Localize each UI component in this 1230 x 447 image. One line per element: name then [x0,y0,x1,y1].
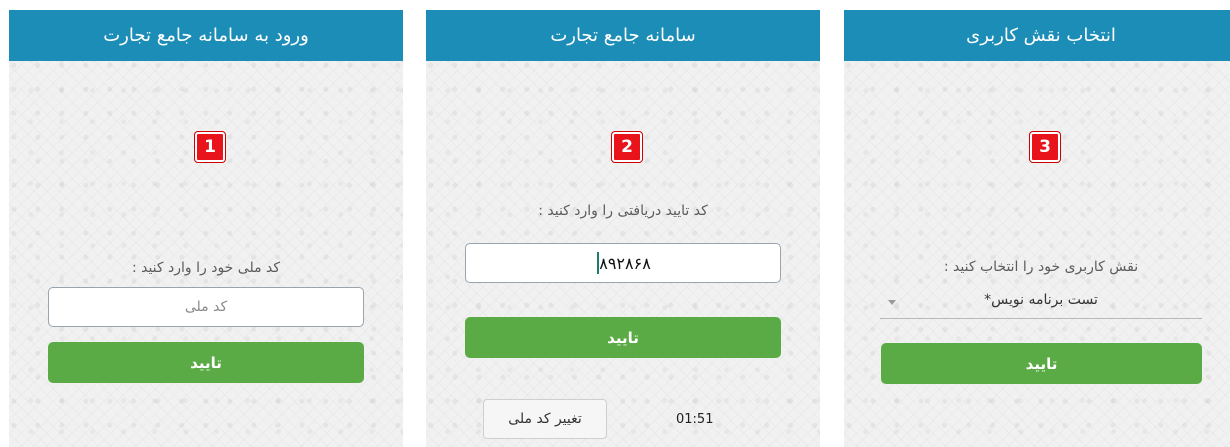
national-id-input[interactable]: کد ملی [48,287,364,327]
change-national-id-label: تغییر کد ملی [508,411,582,427]
step-badge: 3 [1030,132,1060,162]
confirm-button-label: تایید [1025,354,1058,373]
role-prompt: نقش کاربری خود را انتخاب کنید : [943,259,1139,275]
header-title: ورود به سامانه جامع تجارت [103,25,309,46]
screen-verification: سامانه جامع تجارت 2 کد تایید دریافتی را … [426,10,820,447]
change-national-id-button[interactable]: تغییر کد ملی [483,399,607,439]
national-id-placeholder: کد ملی [184,299,228,315]
verification-code-input[interactable]: ۸۹۲۸۶۸ [465,243,781,283]
confirm-button-label: تایید [607,328,639,347]
national-id-prompt: کد ملی خود را وارد کنید : [131,260,281,276]
step-badge: 1 [195,132,225,162]
resend-timer: 01:51 [676,412,714,427]
screen-header: سامانه جامع تجارت [426,10,820,61]
verification-code-value: ۸۹۲۸۶۸ [599,253,651,273]
role-dropdown[interactable]: تست برنامه نویس* [880,288,1202,319]
screen-login: ورود به سامانه جامع تجارت 1 کد ملی خود ر… [9,10,403,447]
header-title: انتخاب نقش کاربری [966,25,1116,46]
confirm-button[interactable]: تایید [48,342,364,383]
header-title: سامانه جامع تجارت [550,25,696,46]
step-badge: 2 [612,132,642,162]
confirm-button[interactable]: تایید [465,317,781,358]
verification-code-prompt: کد تایید دریافتی را وارد کنید : [538,203,708,219]
confirm-button[interactable]: تایید [881,343,1202,384]
screen-header: انتخاب نقش کاربری [844,10,1230,61]
chevron-down-icon [888,300,896,305]
screen-header: ورود به سامانه جامع تجارت [9,10,403,61]
role-selected-value: تست برنامه نویس* [984,292,1098,308]
text-caret [597,252,600,274]
screen-role-select: انتخاب نقش کاربری 3 نقش کاربری خود را ان… [844,10,1230,447]
confirm-button-label: تایید [190,353,222,372]
